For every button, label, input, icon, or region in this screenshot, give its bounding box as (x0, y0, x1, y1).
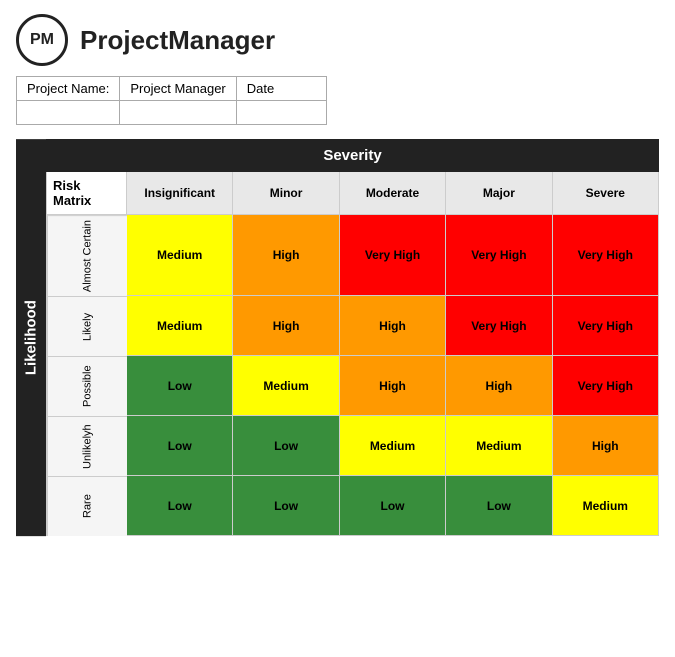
cell-r3-c0: Low (127, 416, 233, 476)
project-manager-value[interactable] (120, 101, 236, 125)
cell-r1-c2: High (340, 296, 446, 356)
matrix-rows: Almost CertainMediumHighVery HighVery Hi… (46, 215, 659, 536)
cell-r1-c0: Medium (127, 296, 233, 356)
risk-matrix-title: Risk Matrix (47, 172, 127, 215)
cell-r0-c3: Very High (446, 215, 552, 296)
cell-r2-c4: Very High (553, 356, 659, 416)
cell-r4-c1: Low (233, 476, 339, 536)
cell-r3-c4: High (553, 416, 659, 476)
likelihood-label: Likelihood (16, 139, 46, 536)
severity-header: Severity (46, 139, 659, 172)
cell-r3-c3: Medium (446, 416, 552, 476)
col-header-moderate: Moderate (340, 172, 446, 215)
cell-r3-c1: Low (233, 416, 339, 476)
cell-r0-c1: High (233, 215, 339, 296)
cell-r2-c2: High (340, 356, 446, 416)
project-name-label: Project Name: (17, 77, 120, 101)
row-label-0: Almost Certain (47, 215, 127, 296)
row-label-1: Likely (47, 296, 127, 356)
cell-r2-c0: Low (127, 356, 233, 416)
cell-r4-c4: Medium (553, 476, 659, 536)
cell-r0-c0: Medium (127, 215, 233, 296)
logo: PM (16, 14, 68, 66)
date-label: Date (236, 77, 326, 101)
date-value[interactable] (236, 101, 326, 125)
matrix-grid: Risk Matrix Insignificant Minor Moderate… (46, 172, 659, 215)
cell-r1-c3: Very High (446, 296, 552, 356)
app-title: ProjectManager (80, 25, 275, 56)
cell-r2-c3: High (446, 356, 552, 416)
row-label-2: Possible (47, 356, 127, 416)
cell-r0-c4: Very High (553, 215, 659, 296)
cell-r1-c4: Very High (553, 296, 659, 356)
col-header-severe: Severe (553, 172, 659, 215)
project-name-value[interactable] (17, 101, 120, 125)
info-table: Project Name: Project Manager Date (16, 76, 327, 125)
cell-r3-c2: Medium (340, 416, 446, 476)
cell-r0-c2: Very High (340, 215, 446, 296)
col-header-insignificant: Insignificant (127, 172, 233, 215)
cell-r4-c2: Low (340, 476, 446, 536)
risk-matrix-wrapper: Likelihood Severity Risk Matrix Insignif… (16, 139, 659, 536)
cell-r2-c1: Medium (233, 356, 339, 416)
row-label-3: Unlikelyh (47, 416, 127, 476)
matrix-inner: Severity Risk Matrix Insignificant Minor… (46, 139, 659, 536)
col-header-minor: Minor (233, 172, 339, 215)
row-label-4: Rare (47, 476, 127, 536)
col-header-major: Major (446, 172, 552, 215)
cell-r4-c0: Low (127, 476, 233, 536)
project-manager-label: Project Manager (120, 77, 236, 101)
cell-r1-c1: High (233, 296, 339, 356)
header: PM ProjectManager (0, 0, 675, 76)
cell-r4-c3: Low (446, 476, 552, 536)
